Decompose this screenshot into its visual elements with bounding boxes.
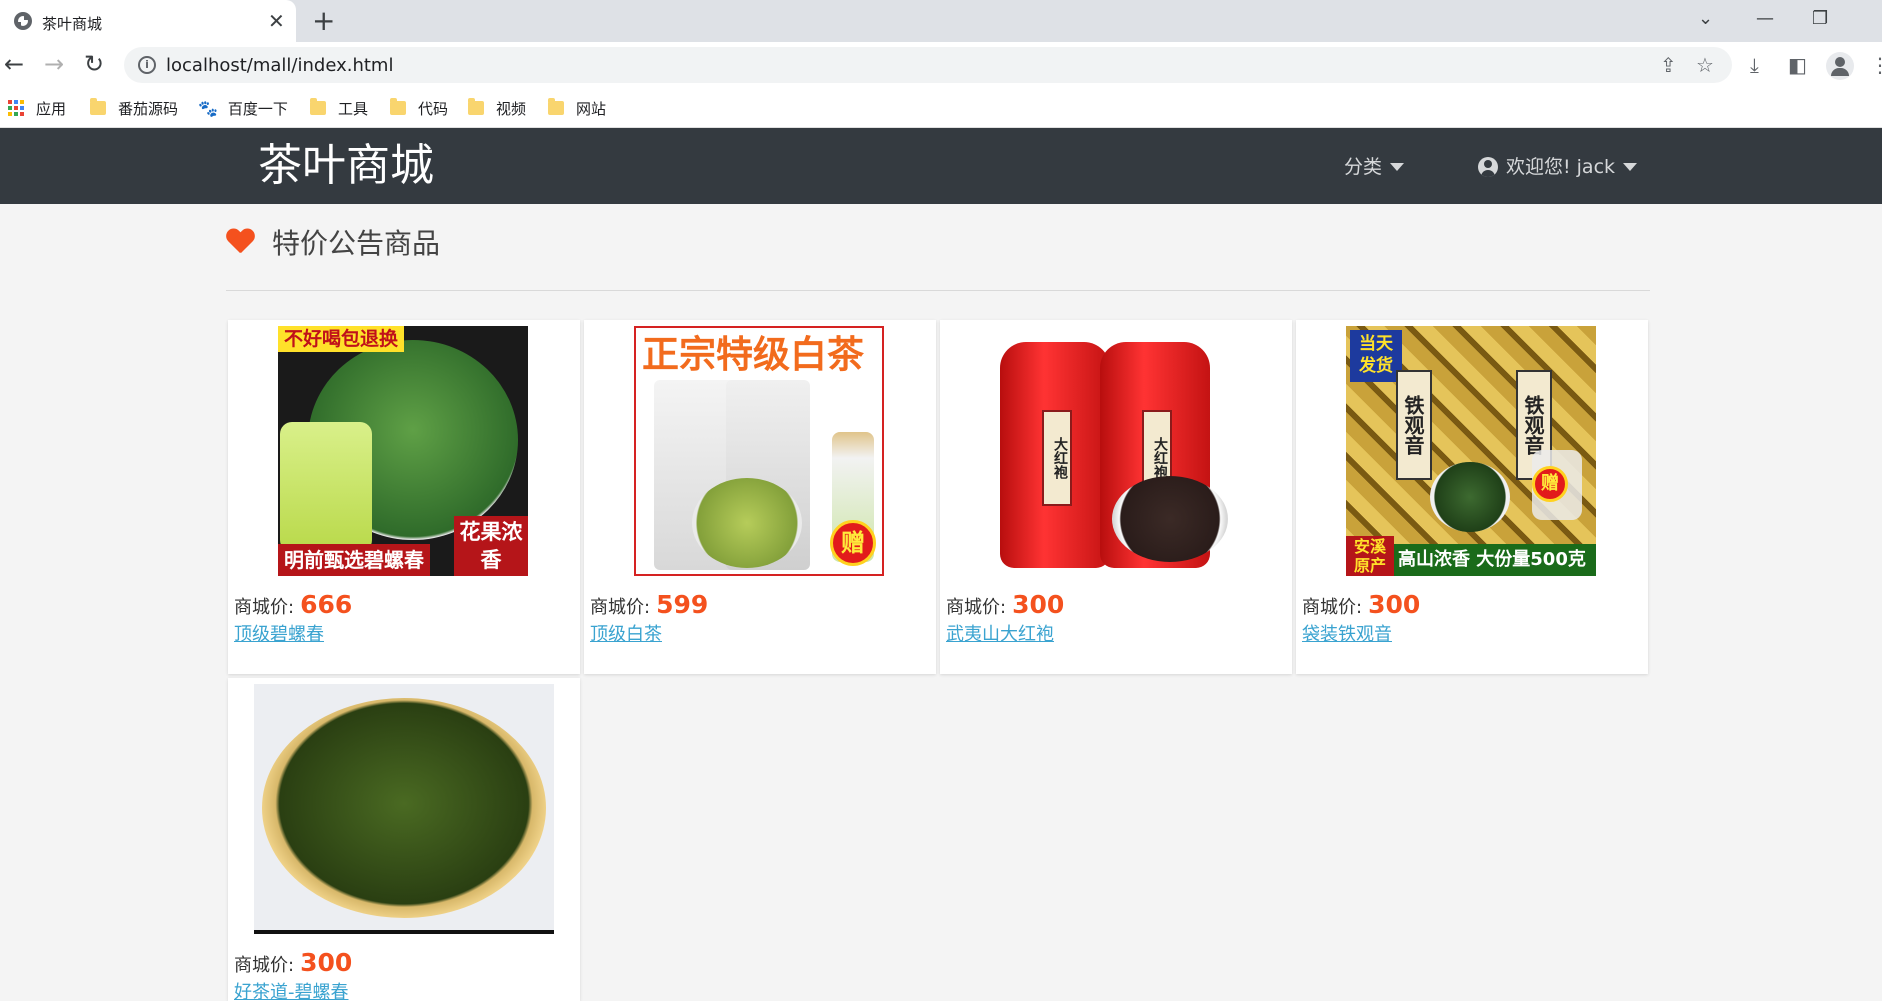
folder-icon	[468, 98, 484, 115]
product-image[interactable]: 正宗特级白茶 赠	[634, 326, 884, 576]
product-name-link[interactable]: 好茶道-碧螺春	[234, 978, 349, 1001]
bookmark-sites[interactable]: 网站	[548, 96, 606, 120]
folder-icon	[310, 98, 326, 115]
price: 300	[1012, 590, 1065, 619]
chevron-down-icon[interactable]: ⌄	[1698, 8, 1713, 30]
bookmark-code[interactable]: 代码	[390, 96, 448, 120]
tea-glass-shape	[280, 422, 372, 552]
price-row: 商城价: 300	[1302, 590, 1421, 619]
download-icon[interactable]: ⤓	[1750, 54, 1759, 76]
art-top-ribbon: 不好喝包退换	[278, 326, 405, 352]
restore-icon[interactable]: ❐	[1812, 8, 1828, 30]
art-gift-badge: 赠	[830, 520, 876, 566]
price-row: 商城价: 599	[590, 590, 709, 619]
product-image[interactable]	[254, 684, 554, 934]
caret-down-icon	[1390, 163, 1405, 171]
product-image[interactable]: 不好喝包退换 明前甄选碧螺春 花果浓香	[278, 326, 528, 576]
share-icon[interactable]: ⇪	[1660, 53, 1677, 77]
product-card: 正宗特级白茶 赠 商城价: 599 顶级白茶	[584, 320, 936, 674]
forward-icon[interactable]: →	[44, 50, 64, 78]
bookmark-baidu[interactable]: 🐾 百度一下	[198, 96, 288, 120]
product-name-link[interactable]: 顶级碧螺春	[234, 620, 324, 646]
product-card: 商城价: 300 好茶道-碧螺春	[228, 678, 580, 1001]
info-icon[interactable]: i	[138, 56, 156, 74]
tab-title: 茶叶商城	[42, 15, 103, 33]
art-corner-tag: 花果浓香	[454, 516, 528, 576]
product-image[interactable]: 当天发货 铁观音 铁观音 赠 安溪原产 高山浓香 大份量500克	[1346, 326, 1596, 576]
product-card: 大红袍 大红袍 商城价: 300 武夷山大红袍	[940, 320, 1292, 674]
bookmark-fanqie[interactable]: 番茄源码	[90, 96, 178, 120]
art-box-label: 铁观音	[1396, 370, 1432, 480]
baidu-paw-icon: 🐾	[198, 98, 218, 118]
price: 300	[1368, 590, 1421, 619]
apps-grid-icon	[8, 100, 24, 116]
side-panel-icon[interactable]: ◧	[1788, 54, 1807, 76]
reload-icon[interactable]: ↻	[84, 50, 104, 78]
product-image[interactable]: 大红袍 大红袍	[990, 326, 1240, 576]
product-name-link[interactable]: 顶级白茶	[590, 620, 662, 646]
user-dropdown[interactable]: 欢迎您! jack	[1478, 154, 1638, 180]
folder-icon	[390, 98, 406, 115]
bookmark-apps[interactable]: 应用	[8, 96, 66, 120]
tea-leaves-shape	[692, 478, 802, 568]
product-name-link[interactable]: 武夷山大红袍	[946, 620, 1054, 646]
address-bar[interactable]: i localhost/mall/index.html ⇪ ☆	[124, 47, 1732, 83]
tea-tray-shape	[262, 698, 546, 918]
heart-icon	[226, 229, 254, 255]
tea-leaves-shape	[1112, 476, 1228, 562]
tea-leaves-shape	[1430, 462, 1510, 532]
user-circle-icon	[1478, 157, 1498, 177]
art-badge: 当天发货	[1350, 330, 1402, 382]
price: 666	[300, 590, 353, 619]
browser-tab-strip: 茶叶商城 ✕ + ⌄ — ❐	[0, 0, 1882, 42]
price-row: 商城价: 666	[234, 590, 353, 619]
divider	[226, 290, 1650, 291]
new-tab-icon[interactable]: +	[312, 6, 335, 36]
menu-icon[interactable]: ⋮	[1870, 54, 1882, 76]
product-card: 不好喝包退换 明前甄选碧螺春 花果浓香 商城价: 666 顶级碧螺春	[228, 320, 580, 674]
url-text[interactable]: localhost/mall/index.html	[166, 55, 393, 76]
close-icon[interactable]: ✕	[268, 9, 285, 33]
art-can-label: 大红袍	[1042, 410, 1072, 506]
art-origin: 安溪原产	[1346, 536, 1394, 576]
bookmark-tools[interactable]: 工具	[310, 96, 368, 120]
art-bottom-ribbon: 明前甄选碧螺春	[278, 544, 430, 576]
star-icon[interactable]: ☆	[1696, 53, 1714, 77]
browser-toolbar: ← → ↻ i localhost/mall/index.html ⇪ ☆ ⤓ …	[0, 42, 1882, 88]
site-navbar: 茶叶商城 分类 欢迎您! jack	[0, 128, 1882, 204]
globe-icon	[14, 12, 32, 30]
back-icon[interactable]: ←	[4, 50, 24, 78]
product-name-link[interactable]: 袋装铁观音	[1302, 620, 1392, 646]
product-card: 当天发货 铁观音 铁观音 赠 安溪原产 高山浓香 大份量500克 商城价: 30…	[1296, 320, 1648, 674]
caret-down-icon	[1623, 163, 1638, 171]
price-row: 商城价: 300	[946, 590, 1065, 619]
folder-icon	[90, 98, 106, 115]
section-title: 特价公告商品	[226, 222, 440, 262]
folder-icon	[548, 98, 564, 115]
minimize-icon[interactable]: —	[1756, 8, 1774, 30]
bookmarks-bar: 应用 番茄源码 🐾 百度一下 工具 代码 视频 网站	[0, 88, 1882, 128]
bookmark-video[interactable]: 视频	[468, 96, 526, 120]
price: 599	[656, 590, 709, 619]
site-brand[interactable]: 茶叶商城	[258, 140, 434, 192]
price-row: 商城价: 300	[234, 948, 353, 977]
browser-tab[interactable]: 茶叶商城 ✕	[0, 0, 296, 42]
art-gift-badge: 赠	[1532, 466, 1568, 502]
profile-avatar-icon[interactable]	[1826, 52, 1854, 80]
art-headline: 正宗特级白茶	[642, 333, 864, 376]
price: 300	[300, 948, 353, 977]
category-dropdown[interactable]: 分类	[1344, 154, 1405, 180]
art-footer: 高山浓香 大份量500克	[1394, 544, 1596, 576]
